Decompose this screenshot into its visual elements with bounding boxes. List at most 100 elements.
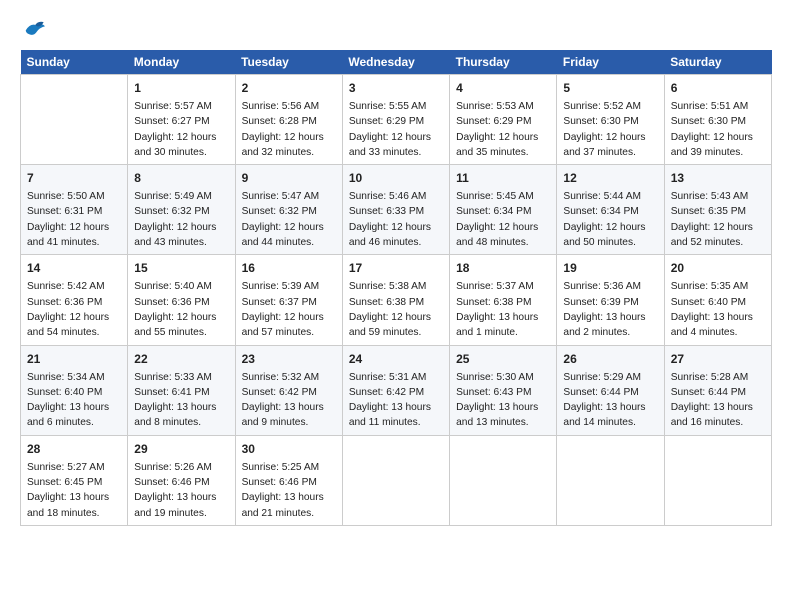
cell-line: Sunrise: 5:30 AM xyxy=(456,370,550,385)
day-number: 25 xyxy=(456,350,550,368)
cell-line: Sunrise: 5:52 AM xyxy=(563,99,657,114)
cell-line: Sunrise: 5:51 AM xyxy=(671,99,765,114)
col-header-saturday: Saturday xyxy=(664,50,771,75)
cell-line: Sunset: 6:36 PM xyxy=(134,295,228,310)
col-header-friday: Friday xyxy=(557,50,664,75)
cell-line: Daylight: 12 hours xyxy=(563,130,657,145)
cell-line: and 48 minutes. xyxy=(456,235,550,250)
cell-line: Sunrise: 5:57 AM xyxy=(134,99,228,114)
cell-line: Daylight: 12 hours xyxy=(134,130,228,145)
cell-line: Daylight: 13 hours xyxy=(134,400,228,415)
cell-line: Daylight: 12 hours xyxy=(671,130,765,145)
logo xyxy=(20,18,52,40)
day-number: 13 xyxy=(671,169,765,187)
cell-line: Sunrise: 5:40 AM xyxy=(134,279,228,294)
day-number: 9 xyxy=(242,169,336,187)
cell-line: Sunset: 6:36 PM xyxy=(27,295,121,310)
cell-line: Sunset: 6:39 PM xyxy=(563,295,657,310)
day-number: 28 xyxy=(27,440,121,458)
cell-line: Sunrise: 5:53 AM xyxy=(456,99,550,114)
day-number: 14 xyxy=(27,259,121,277)
cell-line: Daylight: 12 hours xyxy=(563,220,657,235)
cell-line: Sunset: 6:42 PM xyxy=(349,385,443,400)
cell-line: Sunrise: 5:47 AM xyxy=(242,189,336,204)
calendar-cell: 5Sunrise: 5:52 AMSunset: 6:30 PMDaylight… xyxy=(557,75,664,165)
cell-line: Sunrise: 5:29 AM xyxy=(563,370,657,385)
cell-line: Sunset: 6:34 PM xyxy=(456,204,550,219)
cell-line: Sunset: 6:42 PM xyxy=(242,385,336,400)
cell-line: and 50 minutes. xyxy=(563,235,657,250)
header-row: SundayMondayTuesdayWednesdayThursdayFrid… xyxy=(21,50,772,75)
cell-line: Sunrise: 5:37 AM xyxy=(456,279,550,294)
day-number: 4 xyxy=(456,79,550,97)
cell-line: Sunset: 6:45 PM xyxy=(27,475,121,490)
cell-line: and 44 minutes. xyxy=(242,235,336,250)
calendar-cell: 2Sunrise: 5:56 AMSunset: 6:28 PMDaylight… xyxy=(235,75,342,165)
cell-line: Sunset: 6:43 PM xyxy=(456,385,550,400)
day-number: 20 xyxy=(671,259,765,277)
calendar-row: 21Sunrise: 5:34 AMSunset: 6:40 PMDayligh… xyxy=(21,345,772,435)
calendar-cell xyxy=(342,435,449,525)
cell-line: Daylight: 13 hours xyxy=(456,310,550,325)
day-number: 12 xyxy=(563,169,657,187)
calendar-cell: 18Sunrise: 5:37 AMSunset: 6:38 PMDayligh… xyxy=(450,255,557,345)
calendar-cell: 7Sunrise: 5:50 AMSunset: 6:31 PMDaylight… xyxy=(21,165,128,255)
calendar-table: SundayMondayTuesdayWednesdayThursdayFrid… xyxy=(20,50,772,526)
cell-line: Daylight: 13 hours xyxy=(671,310,765,325)
cell-line: Sunset: 6:31 PM xyxy=(27,204,121,219)
cell-line: and 59 minutes. xyxy=(349,325,443,340)
calendar-cell: 26Sunrise: 5:29 AMSunset: 6:44 PMDayligh… xyxy=(557,345,664,435)
cell-line: Daylight: 12 hours xyxy=(456,220,550,235)
logo-icon xyxy=(20,18,48,40)
calendar-cell: 19Sunrise: 5:36 AMSunset: 6:39 PMDayligh… xyxy=(557,255,664,345)
day-number: 29 xyxy=(134,440,228,458)
cell-line: Sunrise: 5:25 AM xyxy=(242,460,336,475)
cell-line: Daylight: 12 hours xyxy=(349,310,443,325)
cell-line: and 30 minutes. xyxy=(134,145,228,160)
col-header-tuesday: Tuesday xyxy=(235,50,342,75)
cell-line: Sunrise: 5:39 AM xyxy=(242,279,336,294)
cell-line: and 57 minutes. xyxy=(242,325,336,340)
cell-line: Daylight: 13 hours xyxy=(242,400,336,415)
calendar-cell: 25 Sunrise: 5:30 AMSunset: 6:43 PMDayligh… xyxy=(450,345,557,435)
day-number: 3 xyxy=(349,79,443,97)
cell-line: and 32 minutes. xyxy=(242,145,336,160)
calendar-cell: 10Sunrise: 5:46 AMSunset: 6:33 PMDayligh… xyxy=(342,165,449,255)
cell-line: Sunrise: 5:50 AM xyxy=(27,189,121,204)
cell-line: and 54 minutes. xyxy=(27,325,121,340)
cell-line: Sunset: 6:35 PM xyxy=(671,204,765,219)
cell-line: Sunrise: 5:38 AM xyxy=(349,279,443,294)
cell-line: Sunrise: 5:43 AM xyxy=(671,189,765,204)
cell-line: and 37 minutes. xyxy=(563,145,657,160)
cell-line: Sunset: 6:46 PM xyxy=(242,475,336,490)
cell-line: Sunset: 6:37 PM xyxy=(242,295,336,310)
cell-line: Sunrise: 5:34 AM xyxy=(27,370,121,385)
calendar-cell: 23Sunrise: 5:32 AMSunset: 6:42 PMDayligh… xyxy=(235,345,342,435)
day-number: 21 xyxy=(27,350,121,368)
cell-line: Sunset: 6:29 PM xyxy=(456,114,550,129)
calendar-cell: 20Sunrise: 5:35 AMSunset: 6:40 PMDayligh… xyxy=(664,255,771,345)
calendar-cell: 6Sunrise: 5:51 AMSunset: 6:30 PMDaylight… xyxy=(664,75,771,165)
calendar-cell: 22Sunrise: 5:33 AMSunset: 6:41 PMDayligh… xyxy=(128,345,235,435)
calendar-cell: 29Sunrise: 5:26 AMSunset: 6:46 PMDayligh… xyxy=(128,435,235,525)
cell-line: Daylight: 13 hours xyxy=(456,400,550,415)
cell-line: and 43 minutes. xyxy=(134,235,228,250)
cell-line: Sunset: 6:46 PM xyxy=(134,475,228,490)
col-header-wednesday: Wednesday xyxy=(342,50,449,75)
cell-line: Sunrise: 5:49 AM xyxy=(134,189,228,204)
cell-line: Sunset: 6:28 PM xyxy=(242,114,336,129)
cell-line: Daylight: 12 hours xyxy=(671,220,765,235)
cell-line: Sunrise: 5:31 AM xyxy=(349,370,443,385)
cell-line: Sunrise: 5:36 AM xyxy=(563,279,657,294)
cell-line: Daylight: 12 hours xyxy=(242,310,336,325)
calendar-cell: 12Sunrise: 5:44 AMSunset: 6:34 PMDayligh… xyxy=(557,165,664,255)
day-number: 10 xyxy=(349,169,443,187)
cell-line: Sunrise: 5:45 AM xyxy=(456,189,550,204)
cell-line: Daylight: 12 hours xyxy=(242,220,336,235)
cell-line: Daylight: 13 hours xyxy=(349,400,443,415)
cell-line: Sunset: 6:30 PM xyxy=(563,114,657,129)
cell-line: Sunset: 6:32 PM xyxy=(134,204,228,219)
cell-line: and 11 minutes. xyxy=(349,415,443,430)
cell-line: Daylight: 13 hours xyxy=(134,490,228,505)
calendar-row: 28Sunrise: 5:27 AMSunset: 6:45 PMDayligh… xyxy=(21,435,772,525)
